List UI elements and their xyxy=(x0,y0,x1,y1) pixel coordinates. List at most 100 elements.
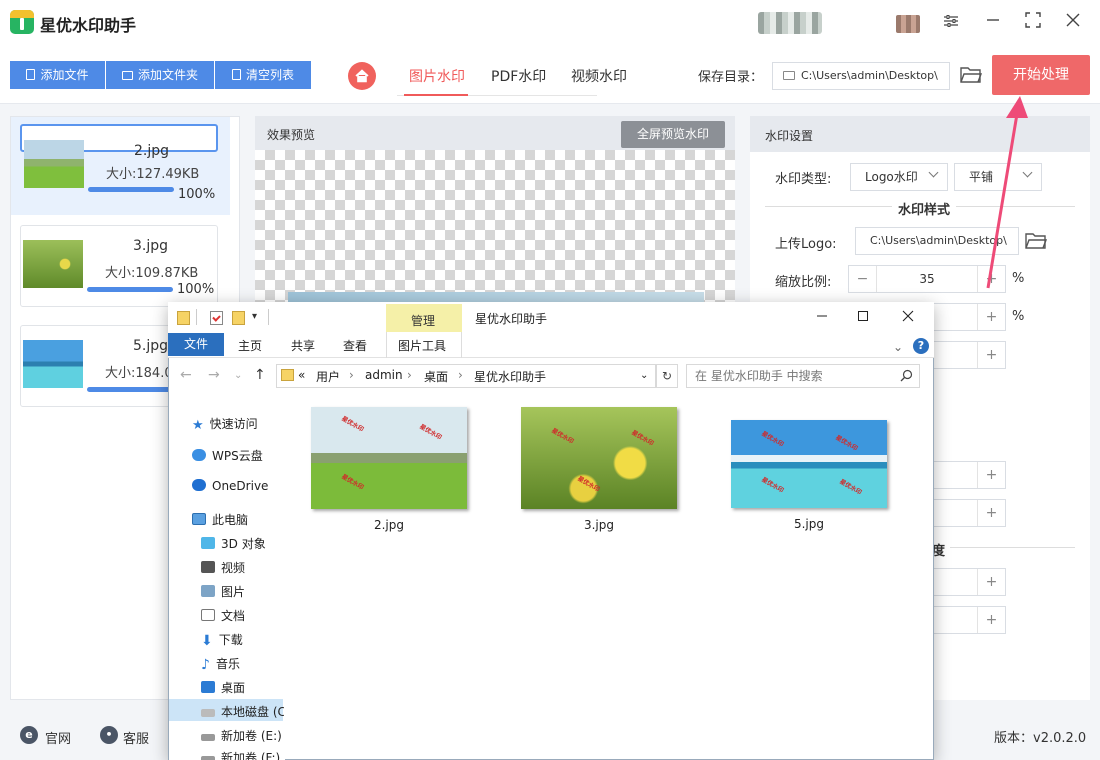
new-folder-icon[interactable] xyxy=(232,311,245,325)
fullscreen-preview-button[interactable]: 全屏预览水印 xyxy=(621,121,725,148)
recent-dropdown-icon[interactable]: ⌄ xyxy=(234,370,242,381)
tab-video-watermark[interactable]: 视频水印 xyxy=(571,66,627,86)
nav-volume-e[interactable]: 新加卷 (E:) xyxy=(201,727,282,744)
save-dir-field[interactable]: C:\Users\admin\Desktop\ xyxy=(772,62,950,90)
maximize-icon[interactable] xyxy=(853,306,873,326)
download-icon: ⬇ xyxy=(201,633,213,649)
nav-label: 快速访问 xyxy=(209,417,258,431)
website-link[interactable]: 官网 xyxy=(45,728,71,747)
clear-list-button[interactable]: 清空列表 xyxy=(215,61,311,89)
percent-unit: % xyxy=(1012,309,1025,324)
increment-button[interactable]: + xyxy=(977,462,1005,488)
video-icon xyxy=(201,561,215,573)
computer-icon xyxy=(192,513,206,525)
version-text: 版本：v2.0.2.0 xyxy=(994,731,1087,746)
watermark-mark: 星优水印 xyxy=(760,430,785,449)
add-file-button[interactable]: 添加文件 xyxy=(10,61,105,89)
nav-pictures[interactable]: 图片 xyxy=(201,583,245,600)
ribbon xyxy=(168,332,934,358)
file-label: 2.jpg xyxy=(373,518,405,532)
properties-icon[interactable] xyxy=(210,311,223,325)
refresh-button[interactable]: ↻ xyxy=(656,364,678,388)
close-icon[interactable] xyxy=(1062,12,1084,34)
file-label: 3.jpg xyxy=(583,518,615,532)
nav-3d-objects[interactable]: 3D 对象 xyxy=(201,535,266,552)
breadcrumb-item[interactable]: 桌面 xyxy=(424,368,448,385)
increment-button[interactable]: + xyxy=(977,607,1005,633)
music-icon: ♪ xyxy=(201,657,210,673)
increment-button[interactable]: + xyxy=(977,304,1005,330)
preview-title: 效果预览 xyxy=(267,128,316,142)
folder-icon xyxy=(783,71,795,80)
progress-percent: 100% xyxy=(177,282,215,297)
search-input[interactable]: 在 星优水印助手 中搜索 xyxy=(686,364,920,388)
tab-image-watermark[interactable]: 图片水印 xyxy=(409,66,465,86)
quick-access-dropdown-icon[interactable]: ▾ xyxy=(252,311,257,322)
picture-icon xyxy=(201,585,215,597)
add-folder-button[interactable]: 添加文件夹 xyxy=(106,61,214,89)
style-title: 水印样式 xyxy=(892,199,957,218)
breadcrumb-item[interactable]: admin xyxy=(365,368,403,382)
up-arrow-icon[interactable]: ↑ xyxy=(254,367,266,383)
watermark-type-select[interactable]: Logo水印 xyxy=(850,163,948,191)
nav-music[interactable]: ♪ 音乐 xyxy=(201,655,240,673)
nav-local-disk[interactable]: 本地磁盘 (C xyxy=(201,703,284,720)
decrement-button[interactable]: − xyxy=(849,266,877,292)
expand-ribbon-icon[interactable]: ⌄ xyxy=(893,340,903,354)
tab-file[interactable]: 文件 xyxy=(168,333,224,356)
nav-wps-cloud[interactable]: WPS云盘 xyxy=(192,447,263,464)
back-arrow-icon[interactable]: ← xyxy=(180,367,192,383)
manage-tab[interactable]: 管理 xyxy=(411,312,435,329)
file-thumbnail: 星优水印 星优水印 星优水印 xyxy=(521,407,677,509)
watermark-mark: 星优水印 xyxy=(550,427,575,446)
minimize-icon[interactable] xyxy=(812,306,832,326)
service-link[interactable]: 客服 xyxy=(123,728,149,747)
home-icon xyxy=(355,69,369,83)
tab-view[interactable]: 查看 xyxy=(343,337,367,354)
minimize-icon[interactable] xyxy=(982,12,1004,34)
tab-share[interactable]: 共享 xyxy=(291,337,315,354)
breadcrumb-prefix[interactable]: « xyxy=(298,368,305,382)
forward-arrow-icon[interactable]: → xyxy=(208,367,220,383)
pointer-arrow-icon xyxy=(986,96,1028,289)
explorer-file-item[interactable]: 星优水印 星优水印 星优水印 2.jpg xyxy=(311,407,467,532)
nav-downloads[interactable]: ⬇ 下载 xyxy=(201,631,243,649)
address-dropdown-icon[interactable]: ⌄ xyxy=(640,370,648,381)
avatar[interactable] xyxy=(758,12,822,34)
upload-logo-label: 上传Logo: xyxy=(775,237,837,252)
increment-button[interactable]: + xyxy=(977,342,1005,368)
start-button[interactable]: 开始处理 xyxy=(992,55,1090,95)
maximize-icon[interactable] xyxy=(1022,12,1044,34)
type-label: 水印类型: xyxy=(775,172,832,187)
nav-this-pc[interactable]: 此电脑 xyxy=(192,511,248,528)
file-item[interactable]: 3.jpg 大小:109.87KB 100% xyxy=(20,225,218,307)
watermark-mark: 星优水印 xyxy=(834,434,859,453)
star-icon: ★ xyxy=(192,418,204,433)
tab-home[interactable]: 主页 xyxy=(238,337,262,354)
breadcrumb-item[interactable]: 星优水印助手 xyxy=(474,368,546,385)
nav-onedrive[interactable]: OneDrive xyxy=(192,479,268,493)
user-badge[interactable] xyxy=(896,15,920,33)
increment-button[interactable]: + xyxy=(977,569,1005,595)
nav-desktop[interactable]: 桌面 xyxy=(201,679,245,696)
nav-quick-access[interactable]: ★ 快速访问 xyxy=(192,415,258,433)
explorer-file-item[interactable]: 星优水印 星优水印 星优水印 星优水印 5.jpg xyxy=(731,420,887,531)
file-item[interactable]: 2.jpg 大小:127.49KB 100% xyxy=(20,124,218,202)
explorer-file-item[interactable]: 星优水印 星优水印 星优水印 3.jpg xyxy=(521,407,677,532)
tab-pdf-watermark[interactable]: PDF水印 xyxy=(491,66,546,86)
help-icon[interactable]: ? xyxy=(913,338,929,354)
nav-videos[interactable]: 视频 xyxy=(201,559,245,576)
browse-folder-icon[interactable] xyxy=(960,66,983,88)
tab-picture-tools[interactable]: 图片工具 xyxy=(398,337,446,354)
close-icon[interactable] xyxy=(898,306,918,326)
nav-label: 视频 xyxy=(221,561,246,575)
breadcrumb-item[interactable]: 用户 xyxy=(316,368,340,385)
nav-volume-f[interactable]: 新加卷 (F:) xyxy=(201,749,280,760)
home-button[interactable] xyxy=(348,62,376,90)
nav-documents[interactable]: 文档 xyxy=(201,607,245,624)
nav-label: 新加卷 (F:) xyxy=(221,751,281,760)
nav-label: 音乐 xyxy=(215,657,240,671)
watermark-mark: 星优水印 xyxy=(630,429,655,448)
increment-button[interactable]: + xyxy=(977,500,1005,526)
settings-icon[interactable] xyxy=(940,12,962,34)
